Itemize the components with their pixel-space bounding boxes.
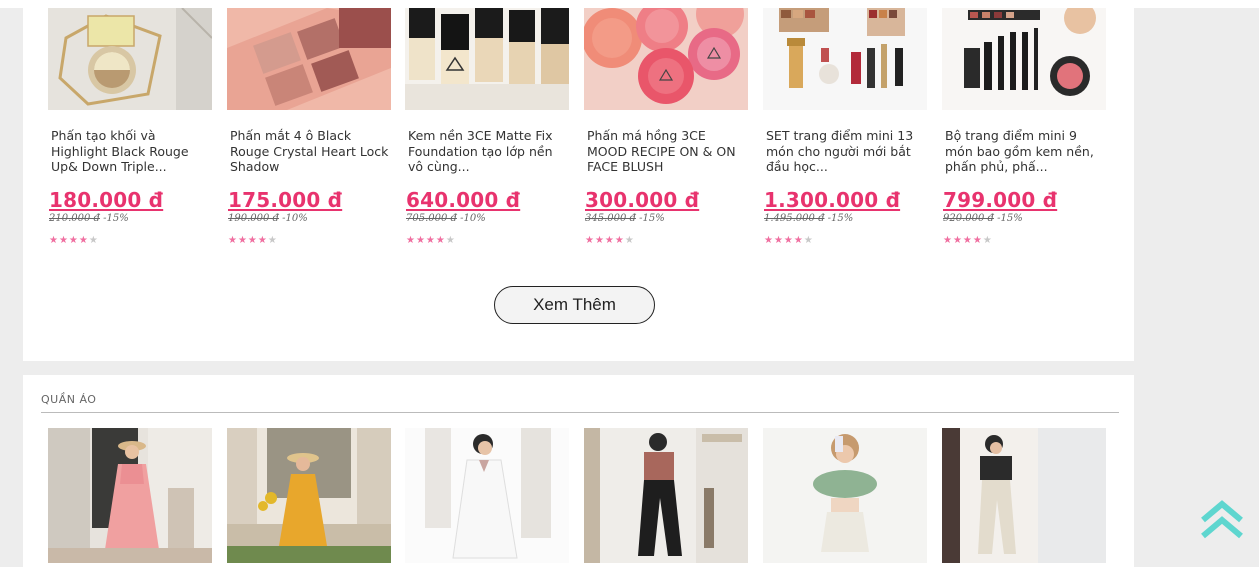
discount-badge: -15% [103, 213, 129, 224]
old-price: 920.000 đ [943, 213, 994, 224]
star-empty-icon: ★ [267, 235, 278, 246]
double-chevron-up-icon [1201, 500, 1243, 539]
product-name[interactable]: Kem nền 3CE Matte Fix Foundation tạo lớp… [408, 128, 568, 175]
clothes-item-image[interactable] [584, 428, 748, 563]
scroll-top-button[interactable] [1199, 498, 1245, 540]
discount-badge: -15% [997, 213, 1023, 224]
product-card[interactable]: Bộ trang điểm mini 9 món bao gồm kem nền… [942, 8, 1106, 258]
product-image[interactable] [763, 8, 927, 110]
product-name[interactable]: Bộ trang điểm mini 9 món bao gồm kem nền… [945, 128, 1105, 175]
product-price: 1.300.000 đ [764, 188, 900, 212]
price-value: 1.300.000 đ [764, 188, 901, 212]
price-value: 180.000 đ [49, 188, 164, 212]
old-price-line: 345.000 đ -15% [585, 213, 665, 224]
section-title: QUẦN ÁO [41, 393, 97, 406]
star-icon: ★★★★ [406, 235, 446, 246]
product-price: 799.000 đ [943, 188, 1057, 212]
star-icon: ★★★★ [228, 235, 268, 246]
star-icon: ★★★★ [585, 235, 625, 246]
rating-stars: ★★★★★ [406, 235, 456, 246]
star-icon: ★★★★ [49, 235, 89, 246]
old-price: 1.495.000 đ [764, 213, 825, 224]
star-empty-icon: ★ [88, 235, 99, 246]
product-name[interactable]: Phấn má hồng 3CE MOOD RECIPE ON & ON FAC… [587, 128, 747, 175]
rating-stars: ★★★★★ [764, 235, 814, 246]
discount-badge: -15% [827, 213, 854, 224]
product-price: 175.000 đ [228, 188, 342, 212]
product-price: 640.000 đ [406, 188, 520, 212]
product-name[interactable]: Phấn mắt 4 ô Black Rouge Crystal Heart L… [230, 128, 390, 175]
star-empty-icon: ★ [445, 235, 456, 246]
product-card[interactable]: SET trang điểm mini 13 món cho người mới… [763, 8, 927, 258]
old-price-line: 705.000 đ -10% [406, 213, 486, 224]
old-price: 190.000 đ [228, 213, 279, 224]
see-more-button[interactable]: Xem Thêm [494, 286, 655, 324]
price-value: 175.000 đ [228, 188, 343, 212]
clothes-item-image[interactable] [48, 428, 212, 563]
old-price: 210.000 đ [49, 213, 100, 224]
price-value: 640.000 đ [406, 188, 521, 212]
top-strip [0, 0, 1259, 8]
old-price-line: 210.000 đ -15% [49, 213, 129, 224]
star-empty-icon: ★ [982, 235, 993, 246]
clothes-item-image[interactable] [942, 428, 1106, 563]
product-image[interactable] [584, 8, 748, 110]
discount-badge: -15% [639, 213, 665, 224]
product-card[interactable]: Phấn tạo khối và Highlight Black Rouge U… [48, 8, 212, 258]
product-card[interactable]: Phấn mắt 4 ô Black Rouge Crystal Heart L… [227, 8, 391, 258]
old-price-line: 1.495.000 đ -15% [764, 213, 853, 224]
rating-stars: ★★★★★ [228, 235, 278, 246]
product-name[interactable]: SET trang điểm mini 13 món cho người mới… [766, 128, 926, 175]
section-divider [41, 412, 1119, 413]
discount-badge: -10% [460, 213, 486, 224]
product-image[interactable] [48, 8, 212, 110]
product-card[interactable]: Phấn má hồng 3CE MOOD RECIPE ON & ON FAC… [584, 8, 748, 258]
product-image[interactable] [942, 8, 1106, 110]
old-price: 705.000 đ [406, 213, 457, 224]
product-price: 180.000 đ [49, 188, 163, 212]
star-empty-icon: ★ [803, 235, 814, 246]
product-image[interactable] [405, 8, 569, 110]
star-icon: ★★★★ [943, 235, 983, 246]
discount-badge: -10% [282, 213, 308, 224]
star-icon: ★★★★ [764, 235, 804, 246]
rating-stars: ★★★★★ [49, 235, 99, 246]
price-value: 799.000 đ [943, 188, 1058, 212]
old-price: 345.000 đ [585, 213, 636, 224]
product-name[interactable]: Phấn tạo khối và Highlight Black Rouge U… [51, 128, 211, 175]
rating-stars: ★★★★★ [943, 235, 993, 246]
star-empty-icon: ★ [624, 235, 635, 246]
product-card[interactable]: Kem nền 3CE Matte Fix Foundation tạo lớp… [405, 8, 569, 258]
price-value: 300.000 đ [585, 188, 700, 212]
old-price-line: 190.000 đ -10% [228, 213, 308, 224]
clothes-item-image[interactable] [227, 428, 391, 563]
clothes-item-image[interactable] [763, 428, 927, 563]
clothes-item-image[interactable] [405, 428, 569, 563]
old-price-line: 920.000 đ -15% [943, 213, 1023, 224]
rating-stars: ★★★★★ [585, 235, 635, 246]
product-price: 300.000 đ [585, 188, 699, 212]
product-image[interactable] [227, 8, 391, 110]
